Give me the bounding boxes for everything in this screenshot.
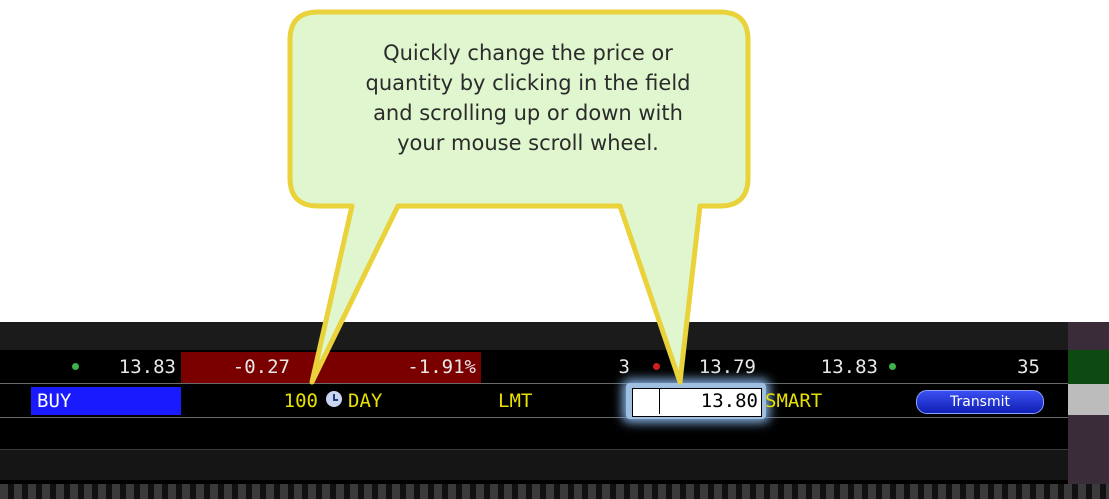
change-value: -0.27 bbox=[232, 356, 290, 378]
panel-header-strip bbox=[0, 322, 1109, 350]
last-size: 3 bbox=[618, 356, 630, 378]
order-type-field[interactable]: LMT bbox=[498, 388, 532, 414]
callout-line: Quickly change the price or bbox=[383, 41, 673, 65]
transmit-label: Transmit bbox=[949, 394, 1010, 410]
transmit-button[interactable]: Transmit bbox=[916, 390, 1044, 414]
bid-indicator-dot bbox=[72, 363, 79, 370]
row-separator bbox=[0, 417, 1068, 418]
price-value[interactable]: 13.80 bbox=[666, 388, 758, 414]
quantity-field[interactable]: 100 bbox=[262, 388, 318, 414]
side-strip-green bbox=[1068, 350, 1109, 384]
ask-price: 13.83 bbox=[820, 356, 878, 378]
row-separator bbox=[0, 383, 1068, 384]
callout-line: and scrolling up or down with bbox=[373, 101, 683, 125]
callout-line: your mouse scroll wheel. bbox=[397, 131, 659, 155]
clock-icon[interactable] bbox=[326, 391, 342, 407]
side-strip-gray bbox=[1068, 384, 1109, 415]
last-price: 13.79 bbox=[698, 356, 756, 378]
change-percent: -1.91% bbox=[407, 356, 476, 378]
volume: 35 bbox=[1017, 356, 1040, 378]
tif-field[interactable]: DAY bbox=[348, 388, 382, 414]
ask-indicator-dot bbox=[889, 363, 896, 370]
last-indicator-dot bbox=[653, 363, 660, 370]
action-label: BUY bbox=[37, 390, 72, 412]
callout-text: Quickly change the price or quantity by … bbox=[318, 38, 738, 158]
callout-line: quantity by clicking in the field bbox=[365, 71, 691, 95]
text-cursor bbox=[659, 389, 660, 414]
destination-field[interactable]: SMART bbox=[765, 388, 822, 414]
row-separator bbox=[0, 449, 1068, 450]
bid-price: 13.83 bbox=[118, 356, 176, 378]
empty-row-band bbox=[0, 450, 1068, 480]
torn-edge bbox=[0, 484, 1109, 499]
